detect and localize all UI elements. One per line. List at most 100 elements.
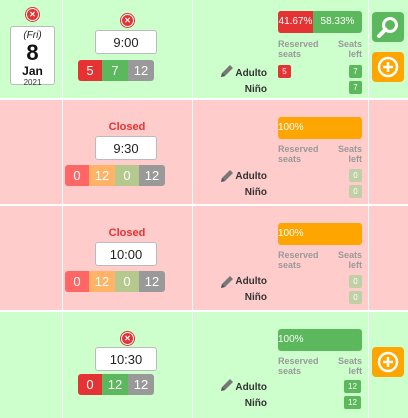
nino-left-badge: 7 (349, 81, 362, 94)
counter-closed: 0 (115, 271, 139, 292)
counter-reserved: 0 (65, 165, 89, 186)
seat-counters: 0 12 12 (78, 374, 154, 395)
occupancy-bar: 100% (278, 329, 362, 351)
reservation-cell: 100% Reserved seats Seats left 0 0 (273, 100, 368, 204)
adulto-left-badge: 7 (349, 65, 362, 78)
time-field[interactable]: 9:30 (95, 136, 157, 160)
category-adulto: Adulto (235, 276, 267, 287)
time-cell: Closed 10:00 0 12 0 12 (62, 206, 233, 310)
left-segment: 58.33% (320, 16, 355, 27)
column-divider (62, 0, 63, 418)
counter-left: 12 (102, 374, 128, 395)
reservation-cell: 100% Reserved seats Seats left 12 12 (273, 312, 368, 418)
reserved-label-line2: seats (278, 49, 302, 59)
counter-closed: 0 (115, 165, 139, 186)
plus-icon (377, 56, 399, 78)
category-cell: Adulto Niño (192, 100, 273, 204)
reserved-label-line2: seats (278, 154, 302, 164)
closed-label: Closed (108, 227, 146, 239)
seat-counters: 0 12 0 12 (65, 165, 165, 186)
category-cell: Adulto Niño (192, 206, 273, 310)
adulto-left-badge: 0 (349, 169, 362, 182)
seats-left-label: Seats left (338, 144, 362, 164)
time-cell: Closed 9:30 0 12 0 12 (62, 100, 233, 204)
counter-left: 12 (89, 165, 115, 186)
left-label-line2: left (348, 366, 363, 376)
counter-left: 12 (89, 271, 115, 292)
search-icon (377, 17, 398, 38)
date-month: Jan (22, 64, 43, 78)
action-cell (368, 0, 408, 98)
time-field[interactable]: 10:30 (95, 347, 157, 371)
add-button[interactable] (372, 52, 404, 82)
column-divider (368, 0, 369, 418)
seats-left-label: Seats left (338, 39, 362, 59)
date-card: (Fri) 8 Jan 2021 (10, 26, 55, 87)
left-label-line2: left (348, 49, 363, 59)
category-nino: Niño (244, 187, 267, 198)
action-cell (368, 206, 408, 310)
reserved-segment: 41.67% (278, 11, 313, 33)
reserved-label-line1: Reserved (278, 356, 319, 366)
reserved-label-line1: Reserved (278, 250, 319, 260)
reserved-label-line1: Reserved (278, 39, 319, 49)
nino-left-badge: 0 (349, 185, 362, 198)
left-label-line1: Seats (337, 144, 362, 154)
search-button[interactable] (372, 12, 404, 42)
adulto-left-badge: 12 (344, 380, 361, 393)
nino-left-badge: 12 (344, 396, 361, 409)
category-adulto: Adulto (235, 171, 267, 182)
counter-capacity: 12 (139, 271, 165, 292)
reserved-seats-label: Reserved seats (278, 39, 319, 59)
time-cell: ✕ 10:30 0 12 12 (62, 312, 233, 418)
reservation-cell: 41.67% 58.33% Reserved seats Seats left … (273, 0, 368, 98)
date-cell (0, 206, 62, 310)
action-cell (368, 312, 408, 418)
category-nino: Niño (244, 398, 267, 409)
date-cell: ✕ (Fri) 8 Jan 2021 (0, 0, 62, 98)
reserved-label-line1: Reserved (278, 144, 319, 154)
delete-day-icon[interactable]: ✕ (26, 8, 39, 21)
category-nino: Niño (244, 84, 267, 95)
add-button[interactable] (372, 347, 404, 377)
reserved-seats-label: Reserved seats (278, 250, 319, 270)
category-adulto: Adulto (235, 382, 267, 393)
column-divider (192, 0, 193, 418)
delete-slot-icon[interactable]: ✕ (121, 332, 134, 345)
counter-capacity: 12 (128, 374, 154, 395)
left-label-line1: Seats (337, 356, 362, 366)
nino-left-badge: 0 (349, 291, 362, 304)
time-cell: ✕ 9:00 5 7 12 (62, 0, 233, 98)
seat-counters: 5 7 12 (78, 60, 154, 81)
plus-icon (377, 351, 399, 373)
left-label-line1: Seats (337, 250, 362, 260)
seat-counters: 0 12 0 12 (65, 271, 165, 292)
date-cell (0, 100, 62, 204)
reservation-cell: 100% Reserved seats Seats left 0 0 (273, 206, 368, 310)
occupancy-bar: 100% (278, 117, 362, 139)
date-year: 2021 (23, 78, 42, 87)
counter-left: 7 (102, 60, 128, 81)
adulto-left-badge: 0 (349, 275, 362, 288)
reserved-seats-label: Reserved seats (278, 144, 319, 164)
reserved-label-line2: seats (278, 366, 302, 376)
delete-slot-icon[interactable]: ✕ (121, 14, 134, 27)
date-cell (0, 312, 62, 418)
left-label-line2: left (348, 260, 363, 270)
schedule-grid: ✕ (Fri) 8 Jan 2021 ✕ 9:00 5 7 12 Adulto … (0, 0, 408, 418)
time-field[interactable]: 10:00 (95, 242, 157, 266)
occupancy-bar: 41.67% 58.33% (278, 11, 362, 33)
date-day: 8 (26, 40, 39, 65)
action-cell (368, 100, 408, 204)
reserved-label-line2: seats (278, 260, 302, 270)
counter-reserved: 5 (78, 60, 102, 81)
adulto-reserved-badge: 5 (278, 65, 291, 78)
counter-capacity: 12 (139, 165, 165, 186)
counter-capacity: 12 (128, 60, 154, 81)
category-adulto: Adulto (235, 68, 267, 79)
time-field[interactable]: 9:00 (95, 30, 157, 54)
closed-label: Closed (108, 121, 146, 133)
left-label-line2: left (348, 154, 363, 164)
reserved-seats-label: Reserved seats (278, 356, 319, 376)
category-cell: Adulto Niño (192, 312, 273, 418)
